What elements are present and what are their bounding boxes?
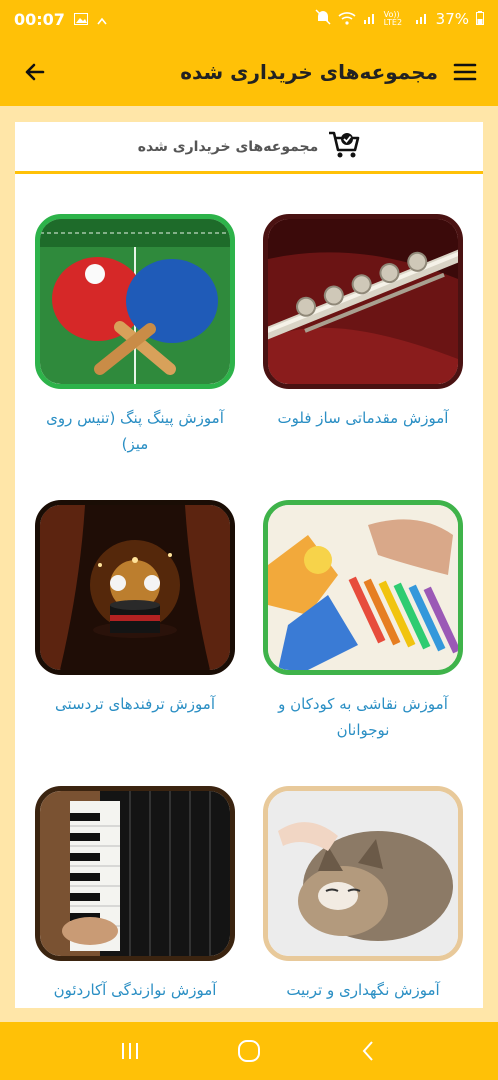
cart-check-icon bbox=[328, 130, 360, 164]
course-image-cat bbox=[263, 786, 463, 961]
page-title: مجموعه‌های خریداری شده bbox=[180, 60, 438, 84]
course-image-ping-pong bbox=[35, 214, 235, 389]
course-title[interactable]: آموزش نقاشی به کودکان و نوجوانان bbox=[263, 691, 463, 743]
course-title[interactable]: آموزش مقدماتی ساز فلوت bbox=[263, 405, 463, 431]
system-nav-bar bbox=[0, 1022, 498, 1080]
battery-percent: 37% bbox=[435, 10, 469, 28]
home-icon bbox=[237, 1040, 260, 1062]
caret-up-icon bbox=[97, 10, 107, 29]
home-button[interactable] bbox=[231, 1033, 267, 1069]
course-card-painting[interactable]: آموزش نقاشی به کودکان و نوجوانان bbox=[263, 500, 463, 743]
course-card-ping-pong[interactable]: آموزش پینگ پنگ (تنیس روی میز) bbox=[35, 214, 235, 457]
content-panel: مجموعه‌های خریداری شده bbox=[15, 122, 483, 1008]
recent-apps-button[interactable] bbox=[112, 1033, 148, 1069]
course-image-magic bbox=[35, 500, 235, 675]
mute-icon bbox=[315, 9, 331, 29]
battery-icon bbox=[476, 10, 484, 29]
section-title: مجموعه‌های خریداری شده bbox=[137, 138, 319, 155]
hamburger-menu-icon bbox=[453, 63, 477, 81]
course-title[interactable]: آموزش ترفندهای تردستی bbox=[35, 691, 235, 717]
status-bar: 00:07 Vo)) LTE2 37% bbox=[0, 0, 498, 38]
course-card-cat[interactable]: آموزش نگهداری و تربیت bbox=[263, 786, 463, 1003]
section-header: مجموعه‌های خریداری شده bbox=[15, 122, 483, 174]
signal-icon-2 bbox=[415, 10, 429, 29]
volte-indicator: Vo)) LTE2 bbox=[383, 10, 403, 27]
course-image-accordion bbox=[35, 786, 235, 961]
course-card-flute[interactable]: آموزش مقدماتی ساز فلوت bbox=[263, 214, 463, 431]
app-bar: مجموعه‌های خریداری شده bbox=[0, 38, 498, 106]
recent-apps-icon bbox=[121, 1043, 138, 1059]
chevron-left-icon bbox=[362, 1041, 374, 1061]
gallery-icon bbox=[73, 10, 88, 29]
course-card-accordion[interactable]: آموزش نوازندگی آکاردئون bbox=[35, 786, 235, 1003]
course-image-flute bbox=[263, 214, 463, 389]
wifi-icon bbox=[338, 10, 356, 29]
menu-button[interactable] bbox=[452, 59, 478, 85]
course-title[interactable]: آموزش نگهداری و تربیت bbox=[263, 977, 463, 1003]
arrow-left-icon bbox=[25, 63, 45, 81]
course-card-magic[interactable]: آموزش ترفندهای تردستی bbox=[35, 500, 235, 717]
signal-icon bbox=[363, 10, 377, 29]
course-title[interactable]: آموزش نوازندگی آکاردئون bbox=[35, 977, 235, 1003]
course-image-painting bbox=[263, 500, 463, 675]
back-button[interactable] bbox=[20, 57, 50, 87]
course-title[interactable]: آموزش پینگ پنگ (تنیس روی میز) bbox=[35, 405, 235, 457]
status-time: 00:07 bbox=[14, 9, 65, 29]
back-nav-button[interactable] bbox=[350, 1033, 386, 1069]
